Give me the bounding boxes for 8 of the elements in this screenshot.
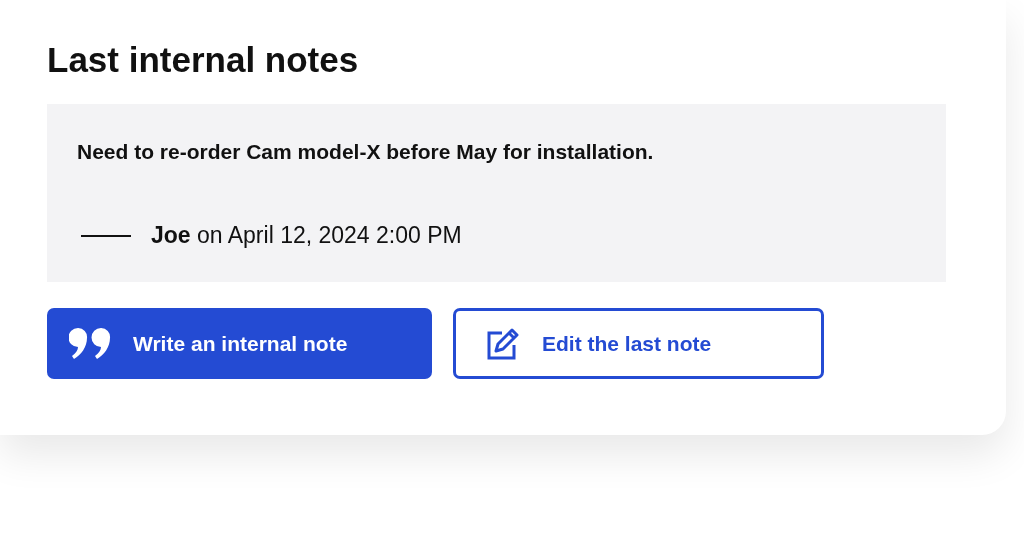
attribution-dash xyxy=(81,234,131,237)
note-attribution: Joe on April 12, 2024 2:00 PM xyxy=(151,222,462,249)
write-note-button[interactable]: Write an internal note xyxy=(47,308,432,379)
quote-icon xyxy=(69,327,111,360)
edit-note-button[interactable]: Edit the last note xyxy=(453,308,824,379)
note-text: Need to re-order Cam model-X before May for installation. xyxy=(77,140,655,164)
edit-icon xyxy=(486,327,520,360)
card-title: Last internal notes xyxy=(47,39,360,81)
